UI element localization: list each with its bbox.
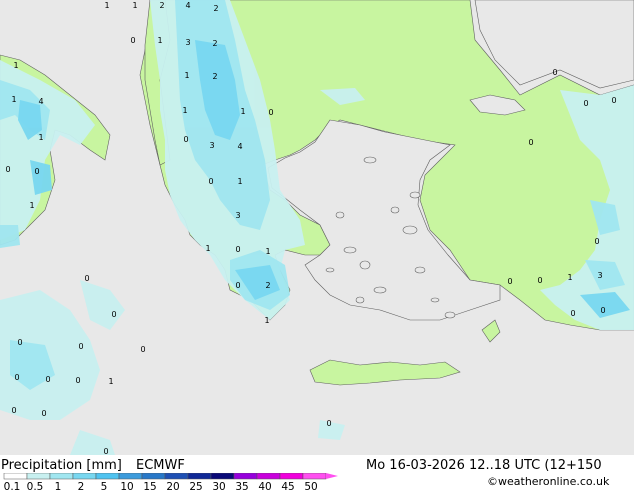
value-label: 0 xyxy=(41,409,46,418)
color-swatch xyxy=(256,473,281,480)
scale-tick-label: 40 xyxy=(258,481,272,493)
value-label: 0 xyxy=(600,306,605,315)
scale-tick-label: 5 xyxy=(100,481,108,493)
value-label: 0 xyxy=(130,36,135,45)
scale-tick-label: 20 xyxy=(166,481,180,493)
value-label: 1 xyxy=(13,61,18,70)
value-label: 0 xyxy=(611,96,616,105)
value-label: 0 xyxy=(75,376,80,385)
value-label: 0 xyxy=(570,309,575,318)
value-label: 1 xyxy=(184,71,189,80)
legend-bar: Precipitation [mm] ECMWF Mo 16-03-2026 1… xyxy=(0,455,634,493)
value-label: 3 xyxy=(235,211,240,220)
color-swatch xyxy=(118,473,143,480)
value-label: 2 xyxy=(212,72,217,81)
value-label: 0 xyxy=(268,108,273,117)
legend-model: ECMWF xyxy=(136,458,185,473)
scale-tick-label: 15 xyxy=(143,481,157,493)
color-swatch xyxy=(302,473,327,480)
value-label: 1 xyxy=(182,106,187,115)
value-label: 3 xyxy=(185,38,190,47)
value-label: 0 xyxy=(528,138,533,147)
scale-tick-label: 0.5 xyxy=(26,481,44,493)
color-swatch xyxy=(164,473,189,480)
value-label: 0 xyxy=(235,245,240,254)
value-label: 3 xyxy=(209,141,214,150)
color-swatch xyxy=(141,473,166,480)
color-swatch xyxy=(233,473,258,480)
value-label: 1 xyxy=(38,133,43,142)
value-label: 1 xyxy=(237,177,242,186)
value-label: 1 xyxy=(205,244,210,253)
scale-tick-label: 2 xyxy=(77,481,85,493)
value-label: 0 xyxy=(507,277,512,286)
value-label: 0 xyxy=(34,167,39,176)
value-label: 4 xyxy=(185,1,190,10)
color-swatch xyxy=(72,473,97,480)
legend-title: Precipitation [mm] xyxy=(1,458,122,473)
value-label: 0 xyxy=(5,165,10,174)
color-swatch xyxy=(187,473,212,480)
precipitation-map: 1 1 2 4 2 0 1 3 2 1 1 2 4 1 1 0 1 0 3 4 … xyxy=(0,0,634,455)
color-swatch xyxy=(3,473,28,480)
scale-tick-label: 0.1 xyxy=(3,481,21,493)
value-label: 0 xyxy=(326,419,331,428)
scale-tick-label: 25 xyxy=(189,481,203,493)
value-label: 0 xyxy=(45,375,50,384)
value-label: 0 xyxy=(235,281,240,290)
scale-tick-label: 1 xyxy=(54,481,62,493)
value-label: 1 xyxy=(265,247,270,256)
color-scale xyxy=(3,473,338,480)
value-label: 2 xyxy=(212,39,217,48)
value-label: 0 xyxy=(208,177,213,186)
scale-tick-label: 30 xyxy=(212,481,226,493)
scale-tick-label: 10 xyxy=(120,481,134,493)
value-label: 4 xyxy=(237,142,242,151)
value-label: 0 xyxy=(14,373,19,382)
value-label: 0 xyxy=(537,276,542,285)
value-label: 1 xyxy=(108,377,113,386)
value-label: 1 xyxy=(240,107,245,116)
value-label: 1 xyxy=(157,36,162,45)
scale-arrow-icon xyxy=(326,473,338,479)
value-label: 0 xyxy=(583,99,588,108)
scale-tick-label: 50 xyxy=(304,481,318,493)
value-label: 1 xyxy=(132,1,137,10)
legend-datetime: Mo 16-03-2026 12..18 UTC (12+150 xyxy=(366,458,602,473)
value-label: 0 xyxy=(552,68,557,77)
value-label: 4 xyxy=(38,97,43,106)
value-label: 0 xyxy=(140,345,145,354)
value-label: 1 xyxy=(11,95,16,104)
value-label: 1 xyxy=(264,316,269,325)
scale-tick-label: 35 xyxy=(235,481,249,493)
value-label: 0 xyxy=(594,237,599,246)
value-label: 0 xyxy=(84,274,89,283)
color-swatch xyxy=(49,473,74,480)
color-swatch xyxy=(26,473,51,480)
value-label: 0 xyxy=(17,338,22,347)
color-swatch xyxy=(279,473,304,480)
value-label: 1 xyxy=(567,273,572,282)
value-label: 0 xyxy=(111,310,116,319)
value-label: 0 xyxy=(78,342,83,351)
value-label: 1 xyxy=(29,201,34,210)
value-label: 0 xyxy=(183,135,188,144)
value-label: 2 xyxy=(159,1,164,10)
copyright-link[interactable]: ©weatheronline.co.uk xyxy=(487,474,609,489)
color-swatch xyxy=(95,473,120,480)
value-label: 1 xyxy=(104,1,109,10)
value-label: 2 xyxy=(213,4,218,13)
value-label: 3 xyxy=(597,271,602,280)
scale-tick-label: 45 xyxy=(281,481,295,493)
value-label: 2 xyxy=(265,281,270,290)
value-label: 0 xyxy=(103,447,108,455)
value-label: 0 xyxy=(11,406,16,415)
color-swatch xyxy=(210,473,235,480)
